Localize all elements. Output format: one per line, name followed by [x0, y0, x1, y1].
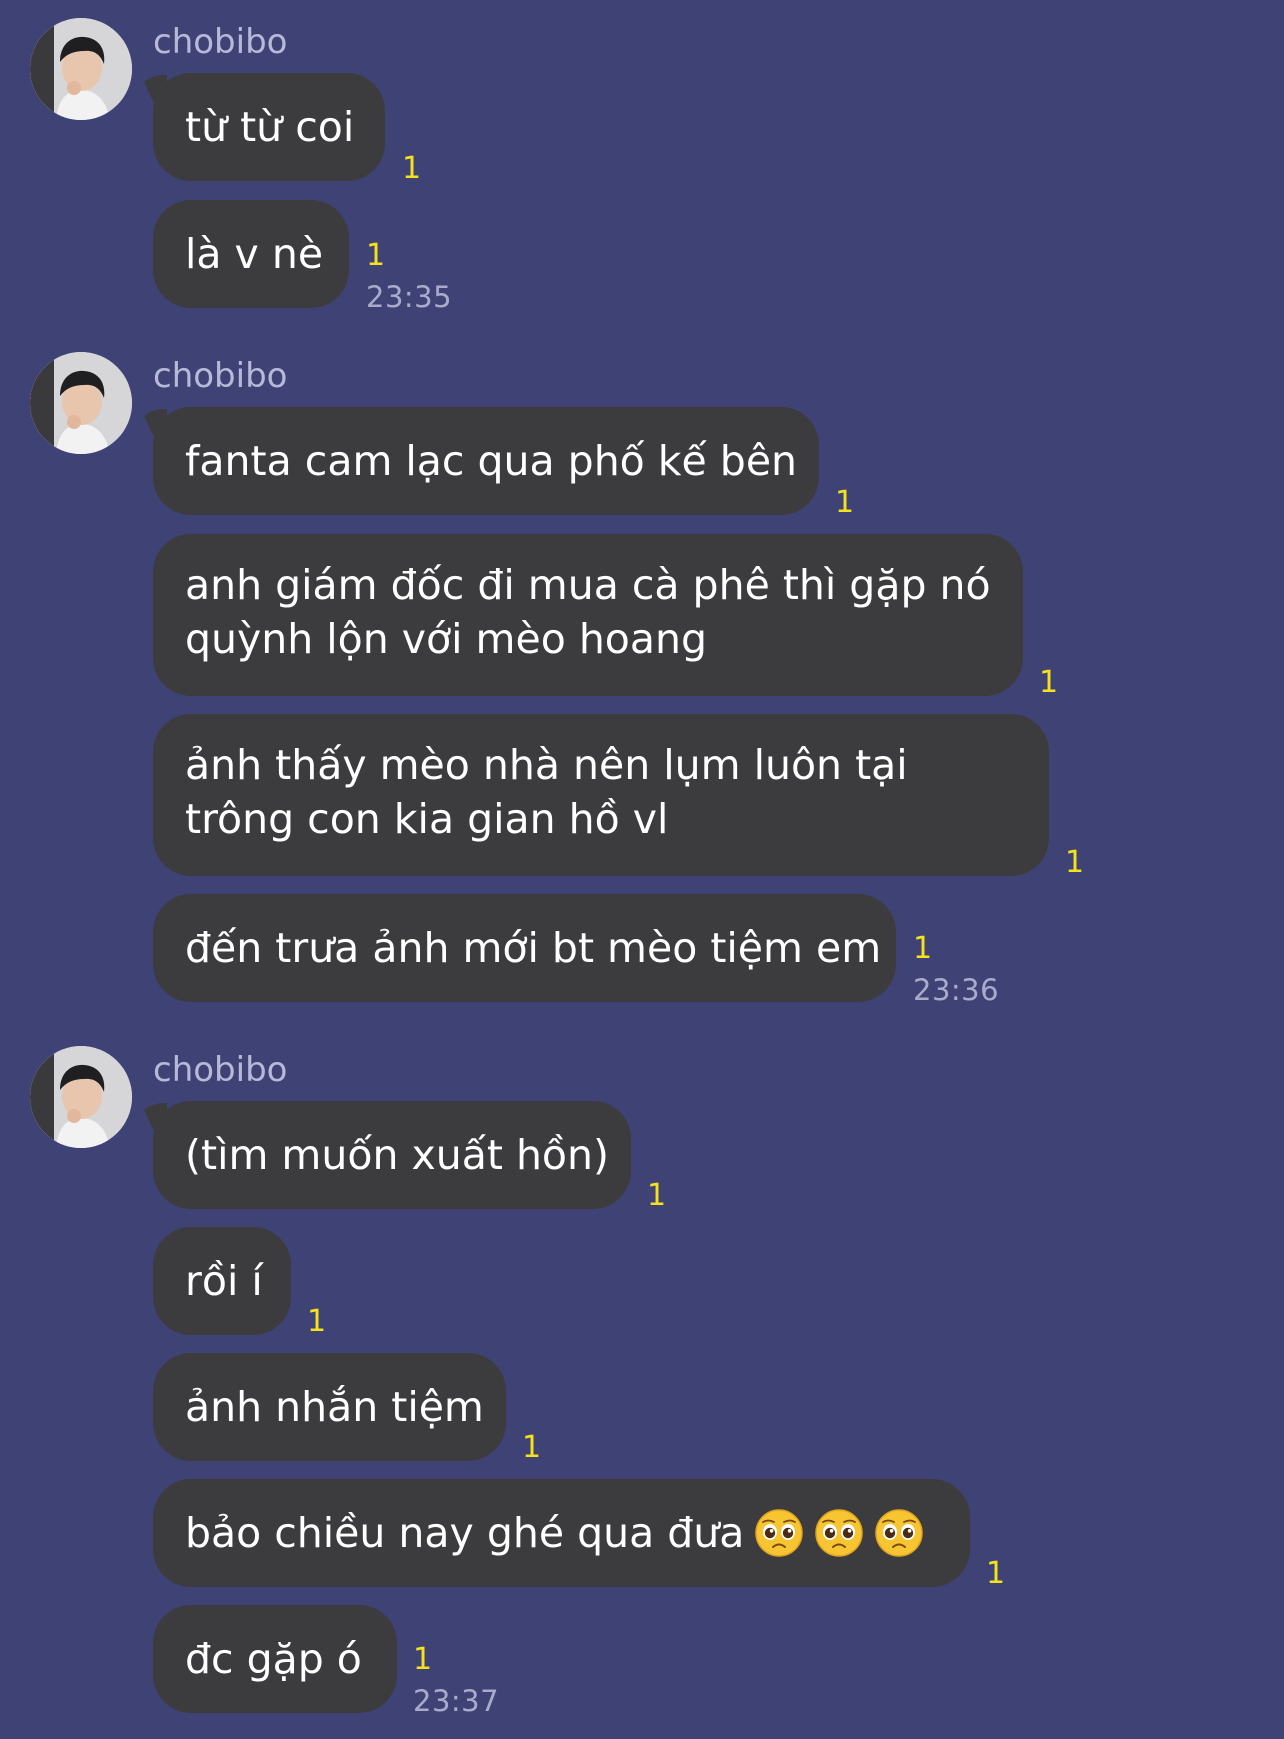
read-receipt: 1 [986, 1556, 1006, 1591]
message-timestamp: 23:35 [366, 280, 453, 314]
read-receipt: 1 [647, 1178, 667, 1213]
message-bubble[interactable]: đc gặp ó [153, 1605, 397, 1713]
pleading-face-emoji [874, 1508, 924, 1558]
read-receipt: 1 [413, 1642, 433, 1677]
message-bubble[interactable]: (tìm muốn xuất hồn) [153, 1101, 631, 1209]
read-receipt: 1 [835, 485, 855, 520]
message-bubble[interactable]: rồi í [153, 1227, 291, 1335]
sender-name: chobibo [153, 356, 288, 396]
message-bubble[interactable]: ảnh thấy mèo nhà nên lụm luôn tại trông … [153, 714, 1049, 876]
message-bubble[interactable]: ảnh nhắn tiệm [153, 1353, 506, 1461]
message-text: fanta cam lạc qua phố kế bên [185, 437, 798, 485]
read-receipt: 1 [1039, 665, 1059, 700]
sender-avatar[interactable] [30, 1046, 132, 1148]
pleading-face-emoji [754, 1508, 804, 1558]
read-receipt: 1 [913, 931, 933, 966]
sender-name: chobibo [153, 22, 288, 62]
read-receipt: 1 [522, 1430, 542, 1465]
message-timestamp: 23:37 [413, 1684, 500, 1718]
message-text: ảnh nhắn tiệm [185, 1383, 484, 1431]
message-bubble[interactable]: bảo chiều nay ghé qua đưa [153, 1479, 970, 1587]
message-text: rồi í [185, 1257, 263, 1305]
message-timestamp: 23:36 [913, 973, 1000, 1007]
message-text: từ từ coi [185, 103, 355, 151]
read-receipt: 1 [366, 238, 386, 273]
sender-avatar[interactable] [30, 18, 132, 120]
message-text: bảo chiều nay ghé qua đưa [185, 1509, 745, 1557]
message-bubble[interactable]: từ từ coi [153, 73, 385, 181]
message-bubble[interactable]: anh giám đốc đi mua cà phê thì gặp nó qu… [153, 534, 1023, 696]
read-receipt: 1 [307, 1304, 327, 1339]
read-receipt: 1 [402, 151, 422, 186]
sender-name: chobibo [153, 1050, 288, 1090]
message-bubble[interactable]: là v nè [153, 200, 349, 308]
message-text: ảnh thấy mèo nhà nên lụm luôn tại trông … [185, 741, 908, 843]
message-text: đc gặp ó [185, 1635, 362, 1683]
message-text: là v nè [185, 230, 324, 278]
avatar-photo [30, 18, 132, 120]
message-bubble[interactable]: đến trưa ảnh mới bt mèo tiệm em [153, 894, 896, 1002]
pleading-face-emoji [814, 1508, 864, 1558]
read-receipt: 1 [1065, 845, 1085, 880]
message-bubble[interactable]: fanta cam lạc qua phố kế bên [153, 407, 819, 515]
message-text: (tìm muốn xuất hồn) [185, 1131, 609, 1179]
avatar-photo [30, 1046, 132, 1148]
message-text: anh giám đốc đi mua cà phê thì gặp nó qu… [185, 561, 991, 663]
avatar-photo [30, 352, 132, 454]
message-text: đến trưa ảnh mới bt mèo tiệm em [185, 924, 882, 972]
sender-avatar[interactable] [30, 352, 132, 454]
